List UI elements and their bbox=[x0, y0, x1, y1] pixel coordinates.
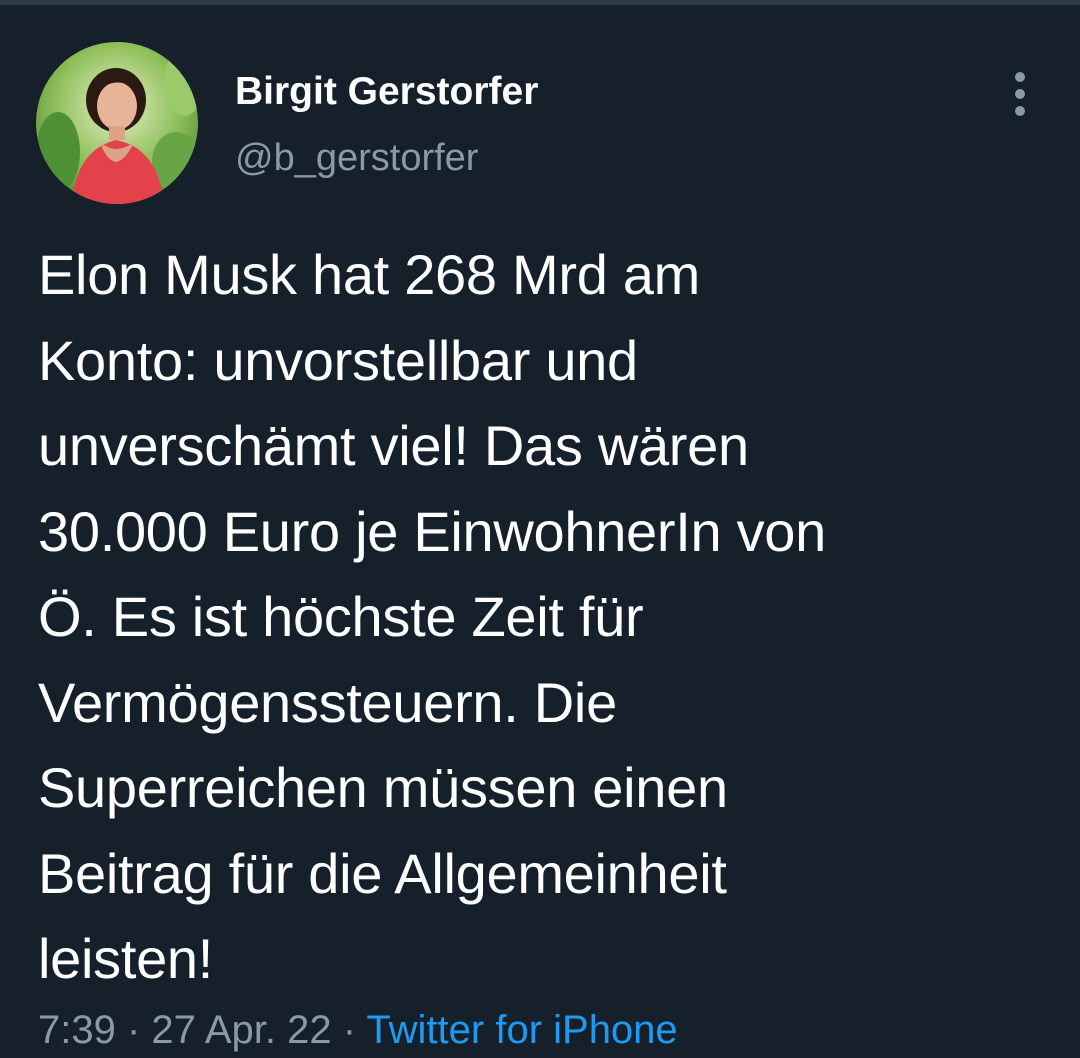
meta-separator: · bbox=[126, 1008, 152, 1052]
more-vertical-icon-dot bbox=[1015, 106, 1025, 116]
tweet-meta: 7:39 · 27 Apr. 22 · Twitter for iPhone bbox=[38, 1005, 678, 1055]
tweet-text: Elon Musk hat 268 Mrd am Konto: unvorste… bbox=[38, 243, 826, 990]
top-divider bbox=[0, 0, 1080, 5]
tweet-detail-page: Birgit Gerstorfer @b_gerstorfer Elon Mus… bbox=[0, 0, 1080, 1058]
tweet-source-link[interactable]: Twitter for iPhone bbox=[366, 1008, 677, 1052]
meta-separator: · bbox=[342, 1008, 367, 1052]
more-vertical-icon-dot bbox=[1015, 89, 1025, 99]
tweet-date[interactable]: 27 Apr. 22 bbox=[151, 1008, 331, 1052]
more-options-button[interactable] bbox=[996, 66, 1044, 122]
avatar-image bbox=[36, 42, 198, 204]
avatar[interactable] bbox=[36, 42, 198, 204]
author-name[interactable]: Birgit Gerstorfer bbox=[235, 68, 538, 116]
tweet-time[interactable]: 7:39 bbox=[38, 1008, 116, 1052]
more-vertical-icon bbox=[1015, 72, 1025, 82]
author-handle[interactable]: @b_gerstorfer bbox=[235, 134, 478, 182]
